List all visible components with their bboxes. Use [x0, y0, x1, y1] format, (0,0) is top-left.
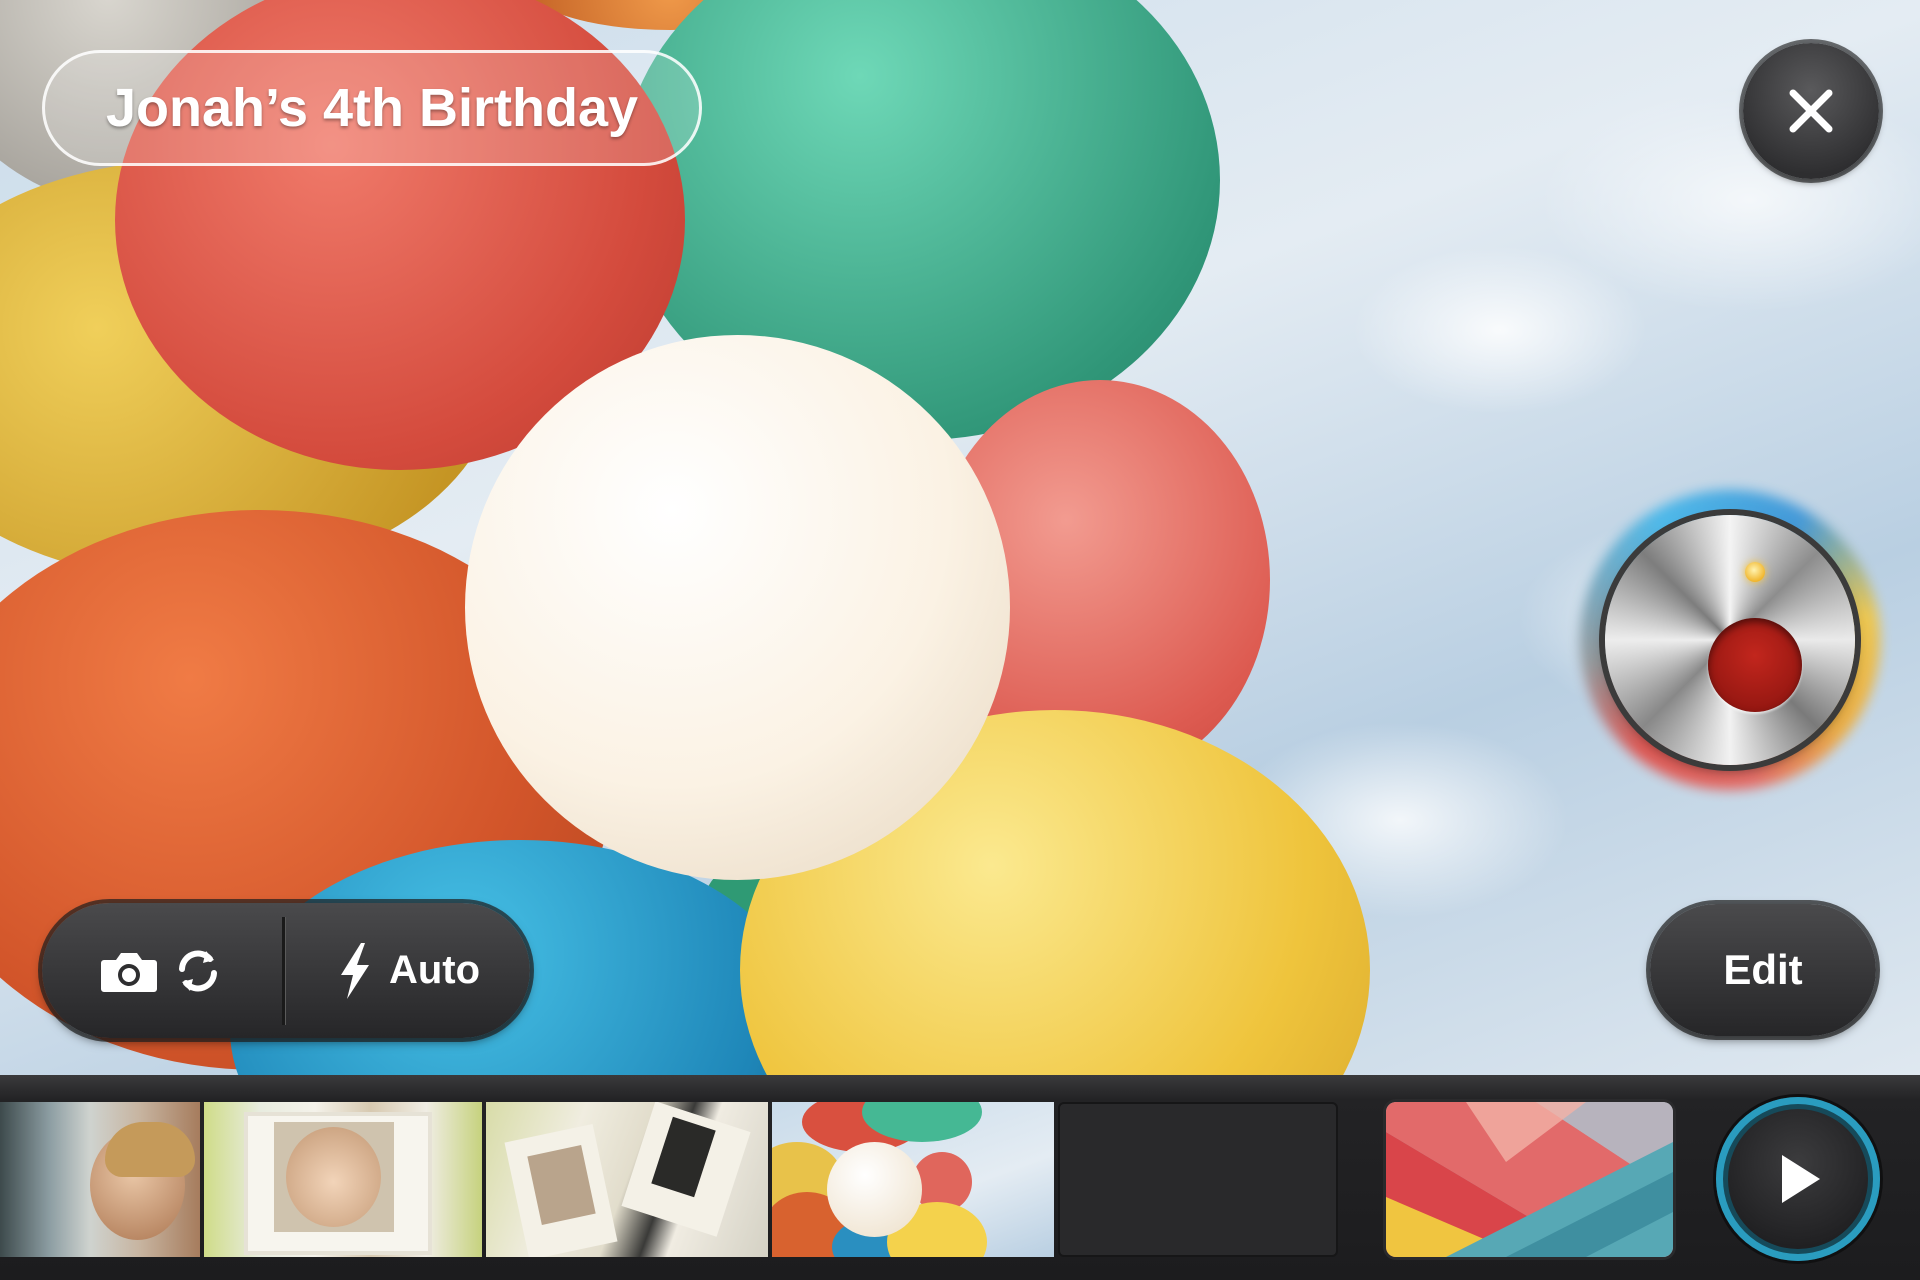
clip-thumbnail[interactable]: [486, 1102, 768, 1257]
clip-filmstrip: [0, 1075, 1920, 1280]
edit-label: Edit: [1723, 946, 1803, 993]
close-button[interactable]: [1743, 43, 1879, 179]
clip-thumbnail[interactable]: [772, 1102, 1054, 1257]
balloon-white: [465, 335, 1010, 880]
child-face: [286, 1127, 381, 1227]
record-icon: [1708, 618, 1802, 712]
geometric-theme-graphic: [1386, 1102, 1673, 1257]
record-knob: [1605, 515, 1855, 765]
empty-clip-slot[interactable]: [1058, 1102, 1338, 1257]
switch-camera-button[interactable]: [42, 903, 282, 1038]
flash-mode-button[interactable]: Auto: [285, 903, 530, 1038]
camera-icon: [101, 952, 157, 992]
lightning-bolt-icon: [340, 942, 369, 999]
clip-thumbnail[interactable]: [0, 1102, 200, 1257]
record-indicator-light: [1745, 562, 1765, 582]
project-title: Jonah’s 4th Birthday: [105, 78, 639, 138]
camera-controls: Auto: [42, 903, 530, 1038]
mini-balloon-white: [827, 1142, 922, 1237]
edit-button[interactable]: Edit: [1650, 904, 1876, 1036]
close-icon: [1789, 89, 1833, 133]
record-button[interactable]: [1580, 490, 1880, 790]
child-hair: [105, 1122, 195, 1177]
theme-thumbnail[interactable]: [1386, 1102, 1673, 1257]
rotate-icon: [179, 950, 217, 991]
play-icon: [1782, 1155, 1820, 1203]
clip-thumbnail[interactable]: [204, 1102, 482, 1257]
project-title-field[interactable]: Jonah’s 4th Birthday: [42, 50, 702, 166]
play-button[interactable]: [1716, 1097, 1880, 1261]
flash-mode-label: Auto: [388, 948, 481, 992]
